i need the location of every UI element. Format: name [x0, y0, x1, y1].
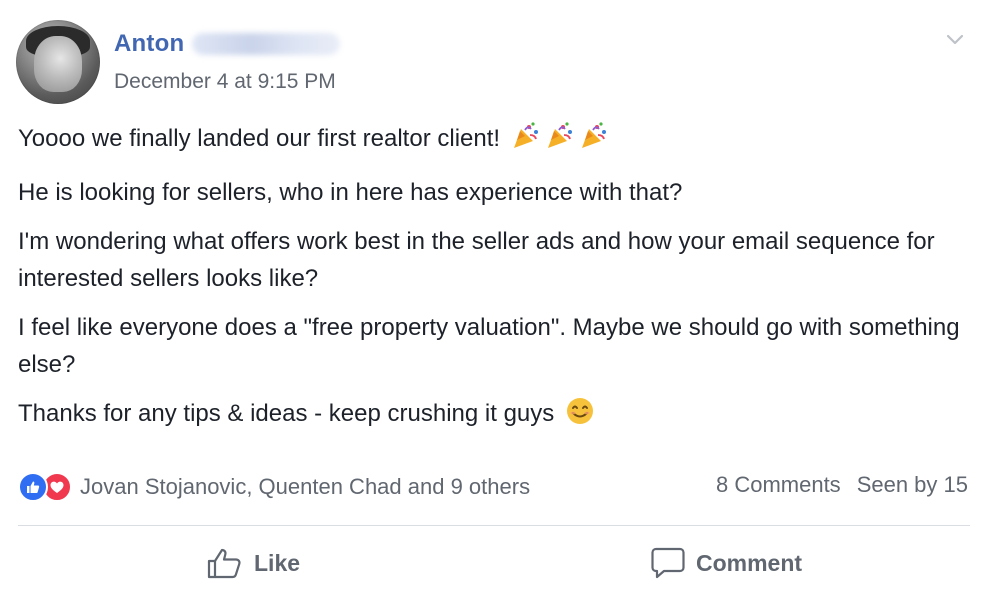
- reactors-text[interactable]: Jovan Stojanovic, Quenten Chad and 9 oth…: [80, 474, 530, 500]
- like-reaction-icon: [18, 472, 48, 502]
- party-popper-icon: [511, 121, 541, 162]
- author-name-link[interactable]: Anton: [114, 30, 184, 58]
- comments-count[interactable]: 8 Comments: [716, 472, 841, 498]
- chevron-down-icon: [946, 34, 964, 45]
- thumbs-up-icon: [207, 548, 241, 579]
- post-paragraph-text: Thanks for any tips & ideas - keep crush…: [18, 400, 555, 427]
- post-options-button[interactable]: [944, 28, 966, 50]
- smiling-face-icon: [565, 396, 595, 437]
- post-timestamp[interactable]: December 4 at 9:15 PM: [114, 70, 336, 94]
- avatar-face: [34, 36, 82, 92]
- like-button-label: Like: [254, 549, 301, 576]
- comment-button[interactable]: Comment: [650, 546, 802, 580]
- post-paragraph: Thanks for any tips & ideas - keep crush…: [18, 395, 968, 437]
- reaction-icons: [18, 472, 72, 502]
- comment-bubble-icon: [651, 547, 685, 579]
- seen-count[interactable]: Seen by 15: [857, 472, 968, 498]
- post-paragraph: He is looking for sellers, who in here h…: [18, 179, 683, 206]
- post-paragraph: I'm wondering what offers work best in t…: [18, 228, 935, 292]
- post-paragraph: I feel like everyone does a "free proper…: [18, 314, 960, 378]
- post-body: Yoooo we finally landed our first realto…: [18, 120, 968, 449]
- party-popper-icon: [579, 121, 609, 162]
- reactions-summary[interactable]: Jovan Stojanovic, Quenten Chad and 9 oth…: [18, 472, 530, 502]
- post-paragraph: Yoooo we finally landed our first realto…: [18, 120, 968, 162]
- feed-post: Anton December 4 at 9:15 PM Yoooo we fin…: [0, 0, 984, 606]
- divider: [18, 525, 970, 526]
- post-paragraph-text: Yoooo we finally landed our first realto…: [18, 125, 501, 152]
- author-row: Anton: [114, 30, 341, 58]
- party-popper-icon: [545, 121, 575, 162]
- author-surname-redacted: [192, 33, 341, 55]
- like-button[interactable]: Like: [206, 546, 300, 580]
- author-avatar[interactable]: [16, 20, 100, 104]
- comment-button-label: Comment: [696, 549, 803, 576]
- post-stats: 8 Comments Seen by 15: [716, 472, 968, 498]
